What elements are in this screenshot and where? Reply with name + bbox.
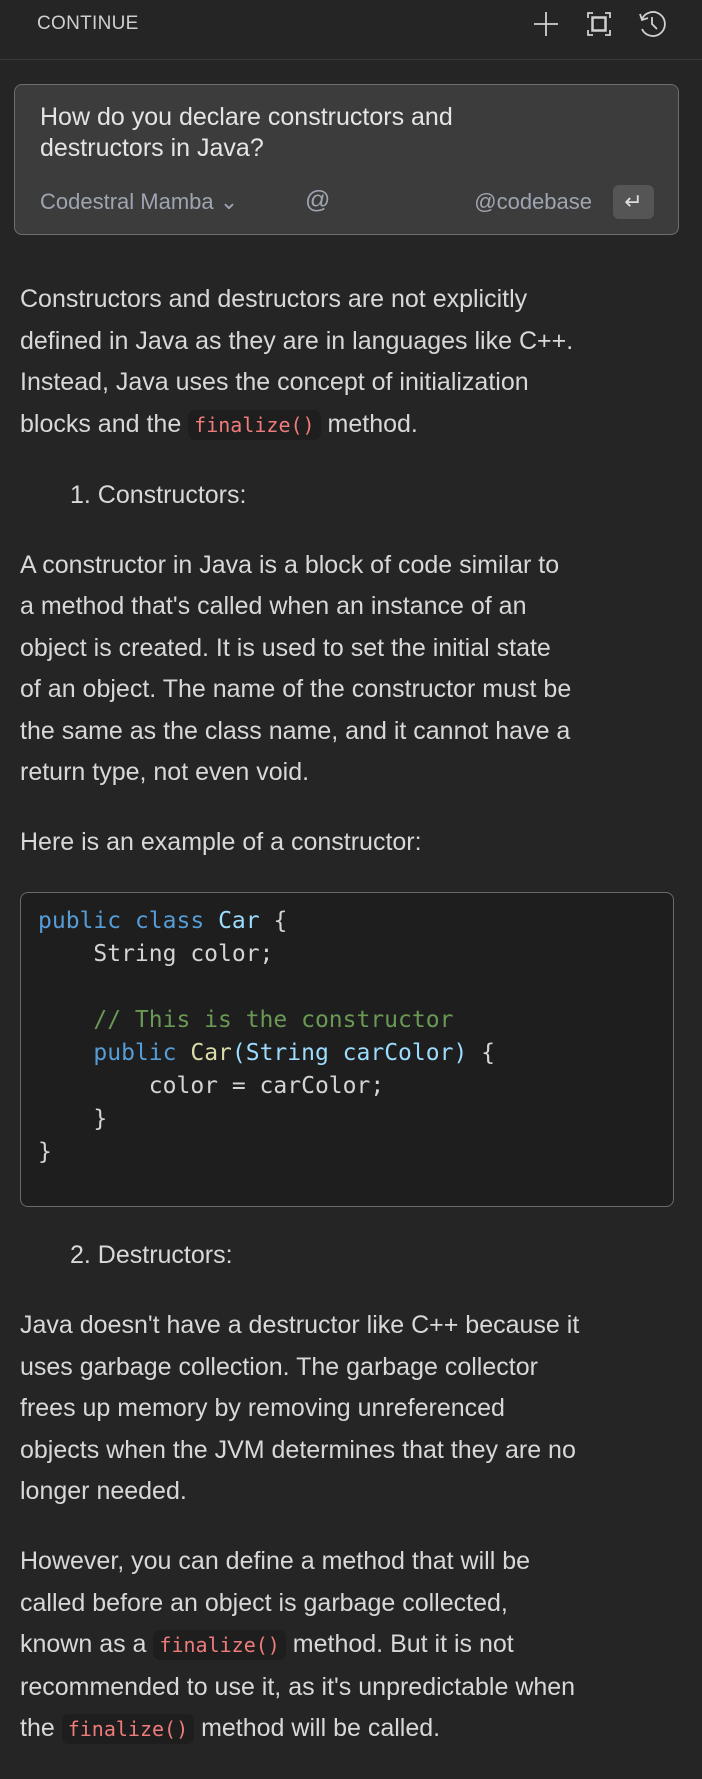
model-selector[interactable]: Codestral Mamba ⌄ [40,189,238,215]
paragraph: A constructor in Java is a block of code… [20,545,682,794]
punct: { [467,1040,495,1066]
text-line: Instead, Java uses the concept of initia… [20,368,529,396]
text: the [20,1714,62,1742]
codebase-button[interactable]: @codebase [474,189,592,215]
code-comment: // This is the constructor [38,1007,454,1033]
chevron-down-icon: ⌄ [219,189,239,214]
text-line: the finalize() method will be called. [20,1708,682,1751]
question-text[interactable]: How do you declare constructors and dest… [40,102,453,164]
text-line: recommended to use it, as it's unpredict… [20,1672,576,1701]
enter-icon[interactable]: ↵ [613,185,654,219]
text: blocks and the [20,409,189,438]
type: Car [218,908,260,934]
text-line: a method that's called when an instance … [20,592,527,620]
code-line: color = carColor; [38,1073,385,1099]
paragraph: Here is an example of a constructor: [20,828,422,856]
code-line: public Car(String carColor) { [38,1037,673,1070]
text-line: objects when the JVM determines that the… [20,1435,576,1464]
keyword: class [134,908,205,934]
text-line: of an object. The name of the constructo… [20,675,572,703]
paragraph: However, you can define a method that wi… [20,1541,682,1751]
text-line: frees up memory by removing unreferenced [20,1394,505,1422]
params: (String carColor) [231,1040,468,1066]
text-line: the same as the class name, and it canno… [20,716,571,745]
model-name: Codestral Mamba [40,189,214,214]
list-item: 2. Destructors: [70,1241,233,1269]
text: method. But it is not [285,1630,514,1658]
text-line: Java doesn't have a destructor like C++ … [20,1311,580,1339]
function: Car [190,1040,232,1066]
history-icon[interactable] [637,9,667,39]
text: known as a [20,1630,154,1658]
code-line: String color; [38,941,274,967]
plus-icon[interactable] [531,9,561,39]
paragraph: Java doesn't have a destructor like C++ … [20,1305,682,1513]
code-line: } [38,1139,52,1165]
text: method will be called. [194,1714,441,1742]
text-line: Constructors and destructors are not exp… [20,285,528,313]
inline-code: finalize() [61,1714,195,1744]
question-line: destructors in Java? [40,134,264,162]
inline-code: finalize() [153,1630,286,1660]
panel-title: CONTINUE [37,13,139,34]
punct: { [259,908,288,934]
question-line: How do you declare constructors and [40,103,453,131]
keyword: public [38,908,122,934]
text-line: defined in Java as they are in languages… [20,326,574,355]
fullscreen-icon[interactable] [584,9,614,39]
response: Constructors and destructors are not exp… [20,279,682,1779]
code-line: } [38,1106,108,1132]
mention-icon[interactable]: @ [305,186,330,215]
text-line: A constructor in Java is a block of code… [20,550,560,579]
text-line: called before an object is garbage colle… [20,1588,508,1617]
text-line: blocks and the finalize() method. [20,404,682,447]
list-item: 1. Constructors: [70,480,247,509]
text: method. [320,409,418,438]
text-line: return type, not even void. [20,758,310,786]
text-line: uses garbage collection. The garbage col… [20,1352,538,1381]
text-line: object is created. It is used to set the… [20,633,551,662]
text-line: known as a finalize() method. But it is … [20,1624,682,1667]
code-line: public class Car { [38,905,673,938]
panel-header: CONTINUE [0,0,702,60]
code-block[interactable]: public class Car { String color; // This… [20,892,674,1207]
inline-code: finalize() [188,409,321,440]
keyword: public [38,1040,177,1066]
paragraph: Constructors and destructors are not exp… [20,279,682,446]
text-line: However, you can define a method that wi… [20,1547,531,1575]
chat-input[interactable]: How do you declare constructors and dest… [14,84,679,235]
input-toolbar: Codestral Mamba ⌄ @ @codebase ↵ [40,185,654,219]
text-line: longer needed. [20,1477,187,1505]
